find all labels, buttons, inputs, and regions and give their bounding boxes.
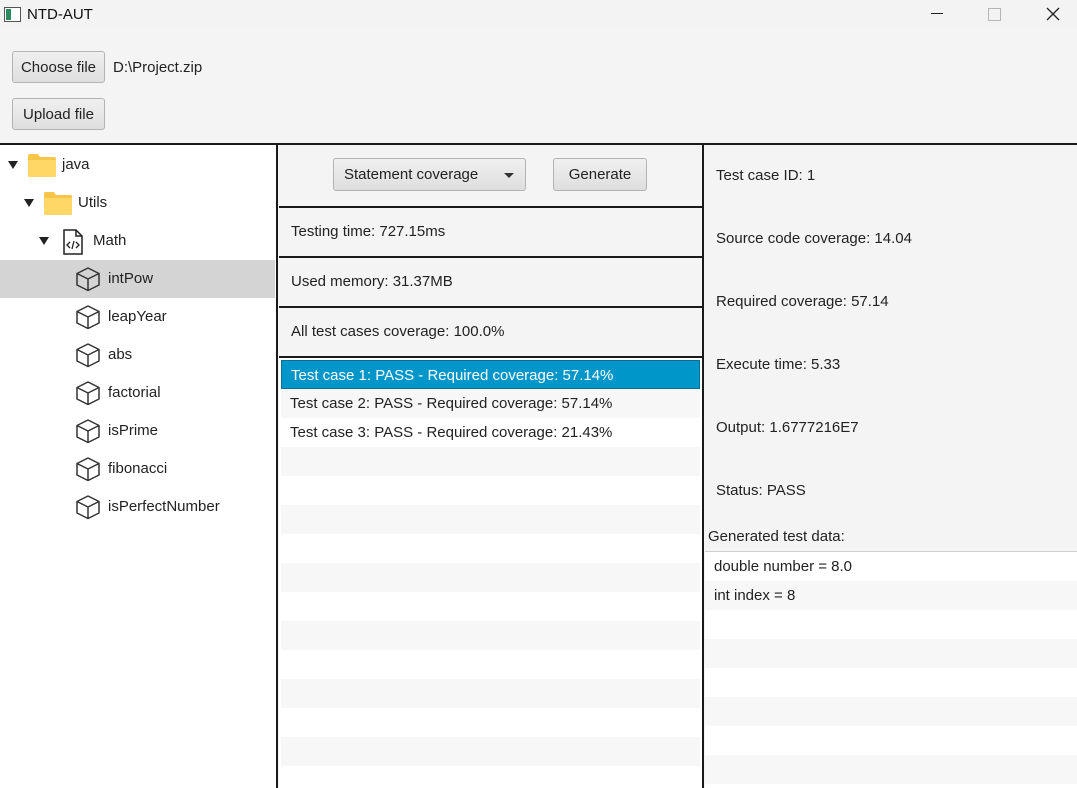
generate-button[interactable]: Generate	[553, 158, 647, 191]
generated-data-list[interactable]: double number = 8.0 int index = 8	[705, 551, 1077, 788]
choose-file-button[interactable]: Choose file	[12, 51, 105, 83]
empty-list-row	[281, 708, 700, 737]
chevron-down-icon	[504, 173, 514, 178]
used-memory-box: Used memory: 31.37MB	[279, 256, 702, 304]
tree-item-label: leapYear	[108, 308, 167, 325]
tree-item-label: isPrime	[108, 422, 159, 439]
tree-item-label: Utils	[78, 194, 108, 211]
tree-item-label: fibonacci	[108, 460, 168, 477]
project-tree[interactable]: java Utils Math intPow leapYear abs fact…	[0, 145, 277, 788]
upload-file-button[interactable]: Upload file	[12, 98, 105, 130]
cube-icon	[76, 305, 100, 330]
required-coverage-label: Required coverage: 57.14	[716, 293, 889, 310]
test-case-id-label: Test case ID: 1	[716, 167, 816, 184]
expand-arrow-icon[interactable]	[24, 199, 34, 207]
test-case-list[interactable]: Test case 1: PASS - Required coverage: 5…	[279, 356, 702, 788]
tree-item-method[interactable]: fibonacci	[0, 450, 275, 488]
maximize-button[interactable]	[970, 0, 1016, 30]
empty-list-row	[281, 592, 700, 621]
empty-list-row	[705, 755, 1077, 784]
empty-list-row	[281, 737, 700, 766]
cube-icon	[76, 495, 100, 520]
empty-list-row	[281, 766, 700, 788]
tree-item-label: abs	[108, 346, 133, 363]
close-button[interactable]	[1030, 0, 1076, 30]
list-item[interactable]: int index = 8	[705, 581, 1077, 610]
all-coverage-box: All test cases coverage: 100.0%	[279, 306, 702, 354]
list-item[interactable]: Test case 1: PASS - Required coverage: 5…	[281, 360, 700, 389]
tree-item-utils[interactable]: Utils	[0, 184, 275, 222]
empty-list-row	[281, 650, 700, 679]
cube-icon	[76, 419, 100, 444]
test-case-label: Test case 2: PASS - Required coverage: 5…	[290, 395, 613, 412]
test-case-details: Test case ID: 1 Source code coverage: 14…	[705, 145, 1077, 788]
tree-item-method[interactable]: isPerfectNumber	[0, 488, 275, 526]
empty-list-row	[281, 679, 700, 708]
empty-list-row	[705, 668, 1077, 697]
expand-arrow-icon[interactable]	[39, 237, 49, 245]
tree-item-method[interactable]: isPrime	[0, 412, 275, 450]
tree-item-method[interactable]: intPow	[0, 260, 275, 298]
expand-arrow-icon[interactable]	[8, 161, 18, 169]
tree-item-java[interactable]: java	[0, 146, 275, 184]
file-path-label: D:\Project.zip	[113, 59, 203, 76]
tree-item-label: isPerfectNumber	[108, 498, 220, 515]
status-label: Status: PASS	[716, 482, 806, 499]
empty-list-row	[705, 639, 1077, 668]
close-icon	[1046, 7, 1060, 21]
empty-list-row	[705, 610, 1077, 639]
tree-item-label: java	[62, 156, 90, 173]
test-case-label: Test case 3: PASS - Required coverage: 2…	[290, 424, 613, 441]
empty-list-row	[281, 563, 700, 592]
used-memory-label: Used memory: 31.37MB	[291, 273, 453, 290]
list-item[interactable]: Test case 3: PASS - Required coverage: 2…	[281, 418, 700, 447]
empty-list-row	[705, 726, 1077, 755]
empty-list-row	[281, 621, 700, 650]
cube-icon	[76, 457, 100, 482]
source-coverage-label: Source code coverage: 14.04	[716, 230, 912, 247]
folder-icon	[44, 192, 72, 215]
empty-list-row	[281, 534, 700, 563]
coverage-type-value: Statement coverage	[344, 166, 479, 183]
tree-item-math[interactable]: Math	[0, 222, 275, 260]
code-file-icon	[63, 229, 83, 255]
empty-list-row	[281, 505, 700, 534]
test-case-label: Test case 1: PASS - Required coverage: 5…	[291, 367, 614, 384]
tree-item-label: Math	[93, 232, 127, 249]
empty-list-row	[281, 476, 700, 505]
generated-data-heading: Generated test data:	[708, 528, 845, 545]
tree-item-method[interactable]: abs	[0, 336, 275, 374]
panel-divider	[702, 145, 704, 788]
window-title: NTD-AUT	[27, 6, 93, 23]
cube-icon	[76, 381, 100, 406]
tree-item-label: factorial	[108, 384, 161, 401]
coverage-type-select[interactable]: Statement coverage	[333, 158, 526, 191]
list-item[interactable]: Test case 2: PASS - Required coverage: 5…	[281, 389, 700, 418]
execute-time-label: Execute time: 5.33	[716, 356, 841, 373]
title-bar: NTD-AUT	[0, 0, 1077, 30]
all-coverage-label: All test cases coverage: 100.0%	[291, 323, 505, 340]
generated-data-value: int index = 8	[714, 587, 796, 604]
cube-icon	[76, 343, 100, 368]
cube-icon	[76, 267, 100, 292]
testing-time-box: Testing time: 727.15ms	[279, 206, 702, 254]
tree-item-method[interactable]: leapYear	[0, 298, 275, 336]
minimize-button[interactable]	[914, 0, 960, 30]
results-panel: Statement coverage Generate Testing time…	[279, 145, 702, 788]
folder-icon	[28, 154, 56, 177]
list-item[interactable]: double number = 8.0	[705, 552, 1077, 581]
empty-list-row	[281, 447, 700, 476]
output-label: Output: 1.6777216E7	[716, 419, 859, 436]
tree-item-method[interactable]: factorial	[0, 374, 275, 412]
tree-item-label: intPow	[108, 270, 154, 287]
panel-divider	[276, 145, 278, 788]
app-icon	[4, 7, 21, 22]
testing-time-label: Testing time: 727.15ms	[291, 223, 446, 240]
empty-list-row	[705, 697, 1077, 726]
generated-data-value: double number = 8.0	[714, 558, 853, 575]
